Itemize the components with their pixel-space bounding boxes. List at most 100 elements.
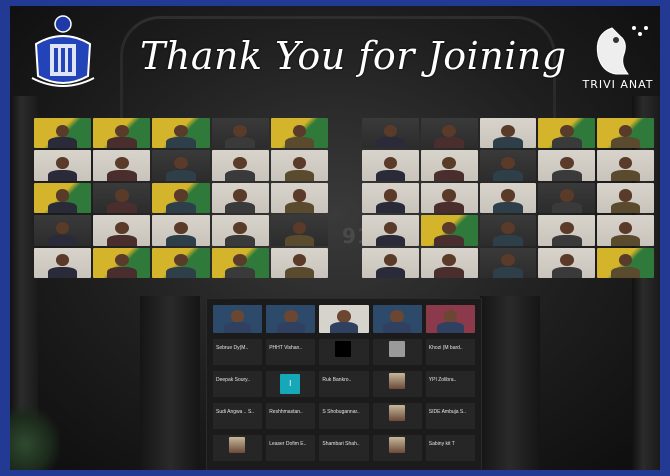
panel-participant-cell[interactable]: Sudi Angwa .. S..	[213, 403, 263, 429]
participant-head	[55, 124, 70, 137]
participant-video-tile[interactable]	[597, 247, 654, 278]
panel-participant-cell[interactable]: Sebrue Dy(M..	[213, 339, 263, 365]
participant-name: Sabiny kit T	[428, 441, 455, 447]
participant-body	[223, 322, 252, 333]
participant-video-tile[interactable]	[597, 118, 654, 149]
participant-video-tile[interactable]	[538, 215, 596, 246]
participant-video-tile[interactable]	[270, 215, 328, 246]
participant-head	[383, 189, 398, 202]
participant-video-tile[interactable]	[362, 118, 419, 149]
participant-video-tile[interactable]	[479, 182, 537, 214]
panel-participant-cell[interactable]: YPI Zolibra..	[425, 371, 475, 397]
participant-video-tile[interactable]	[93, 118, 151, 149]
participant-video-tile[interactable]	[538, 182, 596, 214]
participant-video-tile[interactable]	[420, 247, 478, 278]
panel-participant-cell[interactable]: I	[266, 371, 316, 397]
panel-participant-cell[interactable]	[372, 339, 422, 365]
participant-video-tile[interactable]	[362, 247, 419, 278]
participant-body	[552, 169, 582, 181]
participant-video-tile[interactable]	[34, 182, 92, 214]
panel-participant-cell[interactable]: Sabiny kit T	[425, 435, 475, 461]
participant-video-tile[interactable]	[420, 150, 478, 181]
participant-video-tile[interactable]	[211, 150, 269, 181]
panel-participant-cell[interactable]: Reshhmastan..	[266, 403, 316, 429]
participant-video-tile[interactable]	[34, 215, 92, 246]
participant-video-tile[interactable]	[597, 182, 654, 214]
participant-video-tile[interactable]	[420, 118, 478, 149]
participant-body	[493, 267, 523, 278]
panel-participant-cell[interactable]	[372, 403, 422, 429]
panel-participant-cell[interactable]	[213, 435, 263, 461]
participant-video-tile[interactable]	[362, 150, 419, 181]
participant-video-tile[interactable]	[597, 215, 654, 246]
panel-participant-cell[interactable]: Leaser Dofim E..	[266, 435, 316, 461]
participant-video-tile[interactable]	[34, 118, 92, 149]
participant-video-tile[interactable]	[362, 182, 419, 214]
participant-video-tile[interactable]	[420, 182, 478, 214]
participant-video-tile[interactable]	[211, 118, 269, 149]
participant-video-tile[interactable]	[270, 150, 328, 181]
participant-video-tile[interactable]	[93, 182, 151, 214]
participant-video-tile[interactable]	[152, 247, 210, 278]
page-title: Thank You for Joining	[140, 34, 567, 78]
participant-video-tile[interactable]	[479, 247, 537, 278]
participant-video-tile[interactable]	[93, 215, 151, 246]
participant-video-tile[interactable]	[211, 215, 269, 246]
participant-head	[55, 157, 70, 170]
participant-body	[166, 267, 196, 278]
participant-video-tile[interactable]	[362, 215, 419, 246]
participant-video-tile[interactable]	[152, 118, 210, 149]
participant-body	[106, 267, 137, 278]
participant-video-tile[interactable]	[479, 150, 537, 181]
participant-video-tile[interactable]	[152, 215, 210, 246]
panel-video-tile[interactable]	[425, 305, 475, 333]
participant-video-tile[interactable]	[211, 247, 269, 278]
participant-video-tile[interactable]	[34, 247, 92, 278]
participant-body	[225, 234, 256, 246]
panel-participant-cell[interactable]	[372, 371, 422, 397]
participant-head	[442, 254, 456, 267]
panel-video-tile[interactable]	[266, 305, 316, 333]
participant-head	[618, 254, 633, 267]
panel-participant-cell[interactable]: Khozi (M bard..	[425, 339, 475, 365]
participant-body	[552, 202, 582, 214]
participant-name: Leaser Dofim E..	[269, 441, 307, 447]
participant-head	[442, 157, 456, 170]
participant-thumbnail	[388, 341, 405, 357]
participant-video-tile[interactable]	[270, 182, 328, 214]
panel-video-tile[interactable]	[213, 305, 263, 333]
participant-video-tile[interactable]	[93, 150, 151, 181]
panel-participant-cell[interactable]: Shambari Shah..	[319, 435, 369, 461]
panel-participant-cell[interactable]	[319, 339, 369, 365]
participant-video-tile[interactable]	[538, 150, 596, 181]
participant-video-tile[interactable]	[211, 182, 269, 214]
participant-video-tile[interactable]	[152, 182, 210, 214]
participant-body	[434, 169, 464, 181]
participant-head	[383, 124, 398, 137]
participant-video-tile[interactable]	[270, 118, 328, 149]
participant-head	[559, 221, 574, 235]
triviananat-logo: TRIVI ANAT	[576, 20, 660, 94]
panel-video-tile[interactable]	[372, 305, 422, 333]
panel-participant-cell[interactable]: Ruk Bankro..	[319, 371, 369, 397]
panel-participant-cell[interactable]: PHHT Vishan..	[266, 339, 316, 365]
participant-video-tile[interactable]	[479, 215, 537, 246]
participant-video-tile[interactable]	[93, 247, 151, 278]
panel-participant-cell[interactable]: SIDE Ambuja S..	[425, 403, 475, 429]
participant-video-tile[interactable]	[538, 118, 596, 149]
participant-video-tile[interactable]	[270, 247, 328, 278]
participant-video-tile[interactable]	[479, 118, 537, 149]
panel-video-tile[interactable]	[319, 305, 369, 333]
participant-video-tile[interactable]	[34, 150, 92, 181]
participant-head	[233, 254, 248, 267]
participant-body	[47, 234, 78, 246]
participant-body	[610, 202, 641, 214]
participant-name: Sebrue Dy(M..	[216, 345, 249, 351]
panel-participant-cell[interactable]: Deepak Soury..	[213, 371, 263, 397]
panel-participant-cell[interactable]: S Shobugannar..	[319, 403, 369, 429]
participant-video-tile[interactable]	[597, 150, 654, 181]
panel-participant-cell[interactable]	[372, 435, 422, 461]
participant-video-tile[interactable]	[420, 215, 478, 246]
participant-video-tile[interactable]	[538, 247, 596, 278]
participant-video-tile[interactable]	[152, 150, 210, 181]
